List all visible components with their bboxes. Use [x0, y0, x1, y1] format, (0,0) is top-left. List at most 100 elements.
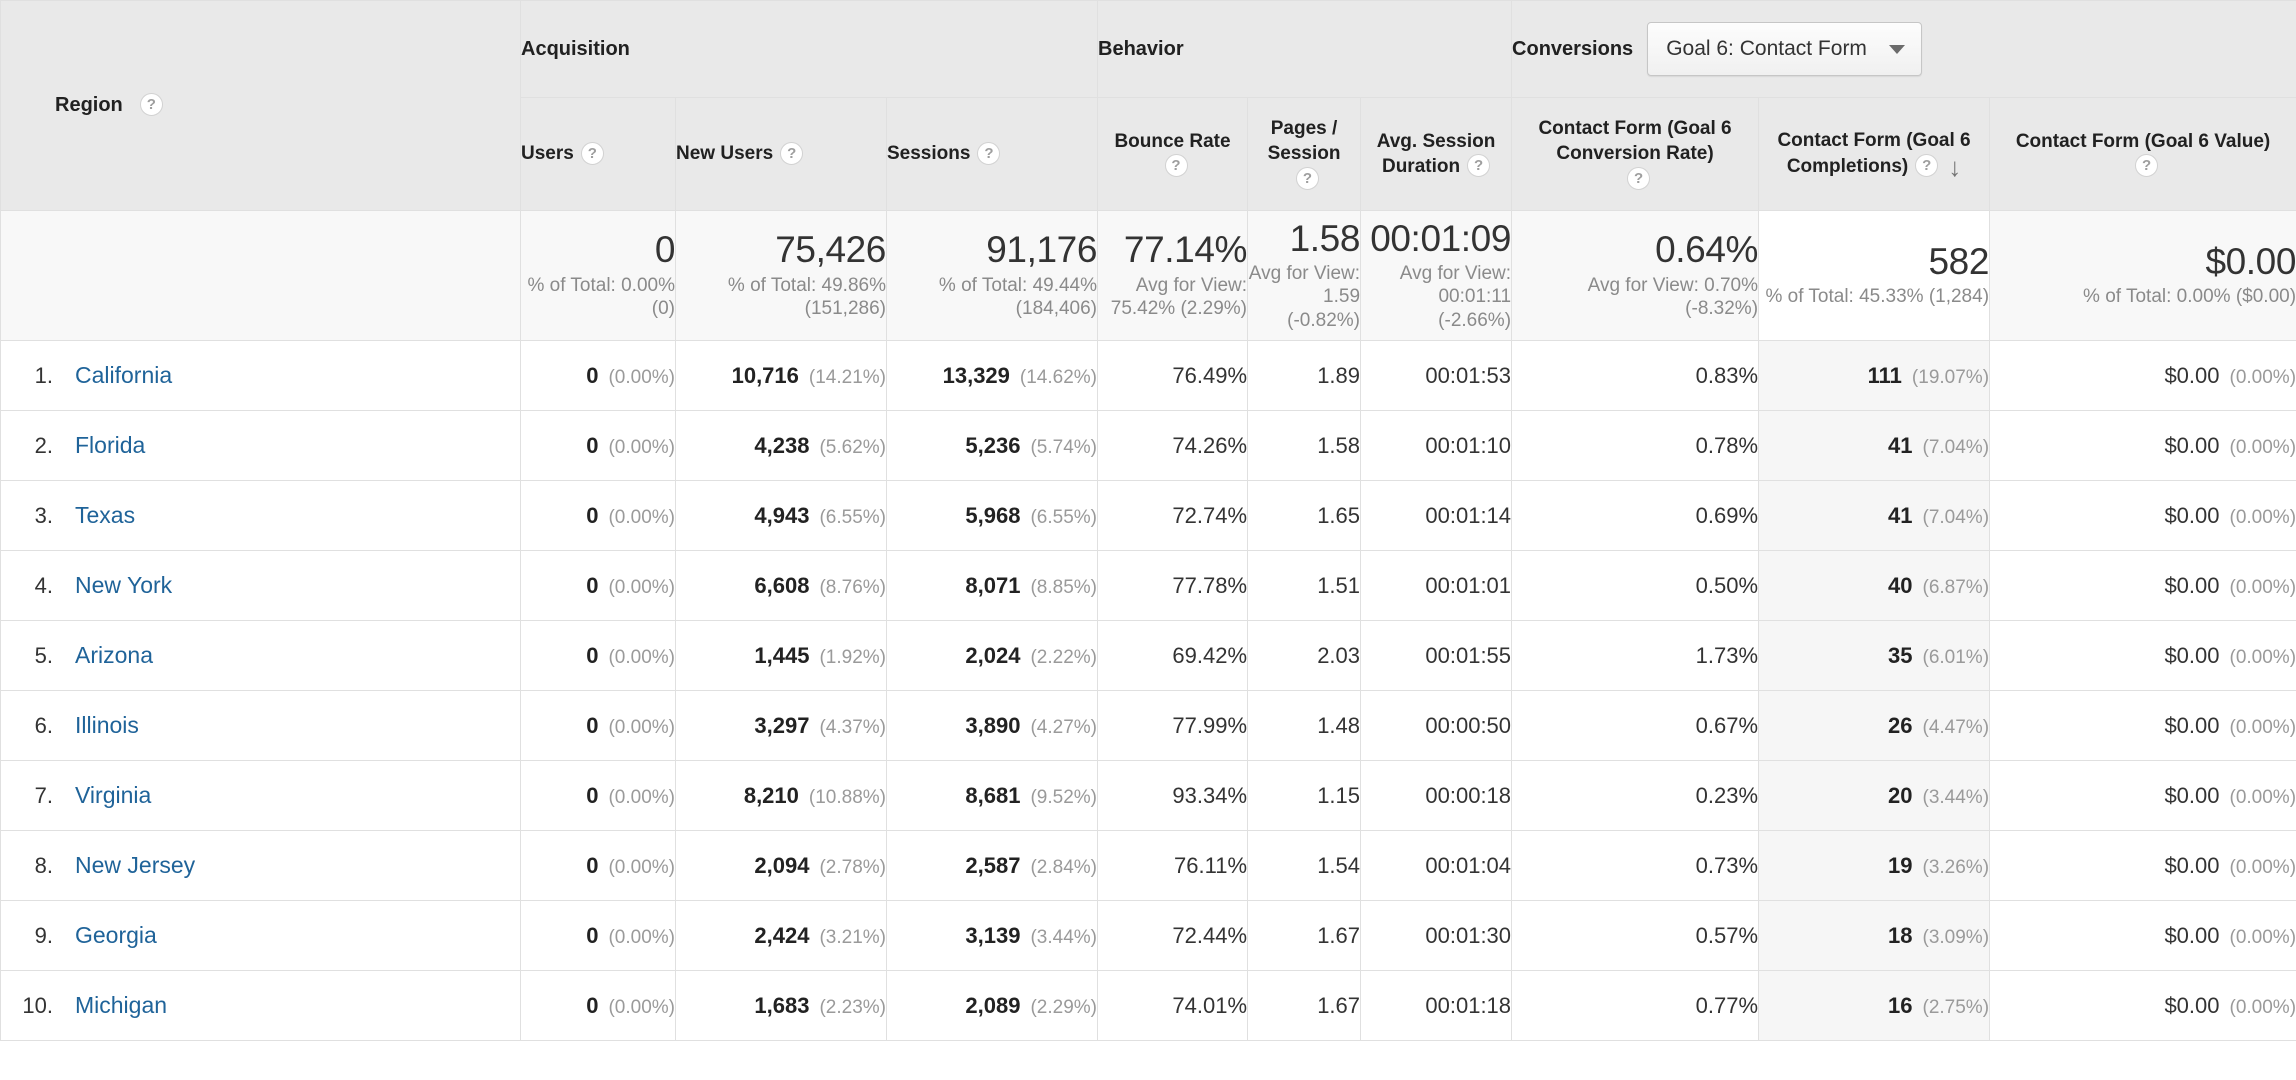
cell-goal-value: $0.00 (0.00%) [1989, 970, 2296, 1041]
cell-completions-value: 18 [1888, 922, 1913, 948]
cell-completions-value: 19 [1888, 852, 1913, 878]
cell-sessions: 8,071 (8.85%) [885, 550, 1099, 621]
cell-goal-value-pct: (0.00%) [2229, 366, 2296, 388]
column-header-avg-duration[interactable]: Avg. Session Duration? [1360, 97, 1513, 211]
column-header-conversion-rate-label: Contact Form (Goal 6 Conversion Rate) [1538, 118, 1732, 165]
table-row: 9. Georgia 0 (0.00%) 2,424 (3.21%) 3,139 (3… [0, 900, 2296, 971]
column-header-users-label: Users [521, 143, 574, 165]
cell-completions: 19 (3.26%) [1758, 830, 1991, 901]
column-header-sessions[interactable]: Sessions? [885, 97, 1099, 211]
cell-new-users-value: 2,094 [754, 852, 810, 878]
table-row: 8. New Jersey 0 (0.00%) 2,094 (2.78%) 2,58… [0, 830, 2296, 901]
row-region-link[interactable]: New York [75, 572, 172, 599]
help-icon[interactable]: ? [2135, 154, 2159, 178]
cell-bounce-rate: 74.26% [1097, 410, 1249, 481]
summary-goal-value-note: % of Total: 0.00% ($0.00) [2083, 286, 2296, 308]
summary-pages-session: 1.58 Avg for View: 1.59 (-0.82%) [1247, 210, 1362, 341]
table-group-header-row: Region ? Acquisition Behavior Conversion… [0, 0, 2296, 211]
cell-pages-session: 1.65 [1247, 480, 1362, 551]
row-region-link[interactable]: Florida [75, 432, 145, 459]
help-icon[interactable]: ? [780, 141, 804, 165]
cell-goal-value-value: $0.00 [2164, 712, 2220, 738]
cell-new-users-pct: (2.78%) [819, 856, 886, 878]
cell-completions-value: 16 [1888, 992, 1913, 1018]
header-group-behavior-label: Behavior [1098, 37, 1184, 60]
cell-sessions: 2,024 (2.22%) [885, 620, 1099, 691]
cell-new-users-value: 6,608 [754, 572, 810, 598]
summary-users-note: % of Total: 0.00% (0) [527, 274, 675, 320]
row-rank: 6. [34, 713, 53, 738]
summary-sessions-value: 91,176 [986, 229, 1098, 271]
column-header-completions[interactable]: Contact Form (Goal 6 Completions)? ↓ [1758, 97, 1991, 211]
help-icon[interactable]: ? [580, 141, 604, 165]
cell-sessions-value: 2,089 [965, 992, 1021, 1018]
help-icon[interactable]: ? [1296, 167, 1320, 191]
header-region[interactable]: Region ? [0, 0, 521, 211]
cell-new-users-pct: (5.62%) [819, 436, 886, 458]
help-icon[interactable]: ? [1467, 154, 1491, 178]
cell-goal-value: $0.00 (0.00%) [1989, 900, 2296, 971]
cell-goal-value-value: $0.00 [2164, 362, 2220, 388]
cell-users-pct: (0.00%) [608, 436, 675, 458]
summary-users: 0 % of Total: 0.00% (0) [520, 210, 676, 341]
summary-new-users-note: % of Total: 49.86% (151,286) [727, 274, 886, 320]
row-region-cell: 5. Arizona [0, 620, 521, 691]
column-header-new-users-label: New Users [676, 143, 774, 165]
summary-conversion-rate: 0.64% Avg for View: 0.70% (-8.32%) [1511, 210, 1760, 341]
cell-completions-pct: (6.87%) [1922, 576, 1990, 598]
cell-completions-value: 40 [1888, 572, 1913, 598]
cell-sessions-pct: (14.62%) [1019, 366, 1098, 388]
row-region-link[interactable]: Michigan [75, 992, 167, 1019]
cell-pages-session: 1.58 [1247, 410, 1362, 481]
help-icon[interactable]: ? [1627, 167, 1651, 191]
summary-sessions-note: % of Total: 49.44% (184,406) [938, 274, 1098, 320]
cell-sessions-value: 3,139 [965, 922, 1021, 948]
column-header-new-users[interactable]: New Users? [675, 97, 887, 211]
cell-users: 0 (0.00%) [520, 550, 676, 621]
column-header-bounce-rate[interactable]: Bounce Rate ? [1097, 97, 1249, 211]
help-icon[interactable]: ? [977, 141, 1001, 165]
cell-pages-session: 1.51 [1247, 550, 1362, 621]
table-row: 6. Illinois 0 (0.00%) 3,297 (4.37%) 3,890 (… [0, 690, 2296, 761]
row-region-link[interactable]: Arizona [75, 642, 153, 669]
row-region-link[interactable]: California [75, 362, 172, 389]
table-row: 7. Virginia 0 (0.00%) 8,210 (10.88%) 8,681… [0, 760, 2296, 831]
column-header-conversion-rate[interactable]: Contact Form (Goal 6 Conversion Rate) ? [1511, 97, 1760, 211]
summary-conversion-rate-note: Avg for View: 0.70% (-8.32%) [1587, 274, 1759, 320]
column-header-users[interactable]: Users? [520, 97, 676, 211]
row-region-link[interactable]: New Jersey [75, 852, 195, 879]
cell-sessions: 2,089 (2.29%) [885, 970, 1099, 1041]
help-icon[interactable]: ? [1915, 154, 1939, 178]
help-icon[interactable]: ? [1164, 154, 1188, 178]
cell-new-users-pct: (10.88%) [808, 786, 886, 808]
cell-new-users-pct: (1.92%) [819, 646, 886, 668]
table-row: 1. California 0 (0.00%) 10,716 (14.21%) 13… [0, 340, 2296, 411]
cell-completions-pct: (19.07%) [1911, 366, 1990, 388]
column-header-bounce-rate-label: Bounce Rate [1114, 130, 1231, 152]
cell-completions-pct: (6.01%) [1922, 646, 1990, 668]
column-header-pages-session[interactable]: Pages / Session ? [1247, 97, 1362, 211]
row-region-link[interactable]: Virginia [75, 782, 151, 809]
cell-sessions-value: 5,236 [965, 432, 1021, 458]
cell-sessions: 8,681 (9.52%) [885, 760, 1099, 831]
cell-conversion-rate: 0.73% [1511, 830, 1760, 901]
cell-users: 0 (0.00%) [520, 690, 676, 761]
cell-conversion-rate: 0.77% [1511, 970, 1760, 1041]
cell-completions: 111 (19.07%) [1758, 340, 1991, 411]
row-region-link[interactable]: Texas [75, 502, 135, 529]
column-header-goal-value[interactable]: Contact Form (Goal 6 Value) ? [1989, 97, 2296, 211]
help-icon[interactable]: ? [139, 93, 163, 116]
cell-avg-duration: 00:01:53 [1360, 340, 1513, 411]
row-region-link[interactable]: Illinois [75, 712, 139, 739]
cell-goal-value-value: $0.00 [2164, 922, 2220, 948]
cell-goal-value-pct: (0.00%) [2229, 786, 2296, 808]
cell-sessions-pct: (4.27%) [1030, 716, 1098, 738]
cell-pages-session: 2.03 [1247, 620, 1362, 691]
cell-new-users: 2,094 (2.78%) [675, 830, 887, 901]
goal-select[interactable]: Goal 6: Contact Form [1647, 22, 1922, 76]
cell-conversion-rate: 0.57% [1511, 900, 1760, 971]
table-row: 10. Michigan 0 (0.00%) 1,683 (2.23%) 2,089… [0, 970, 2296, 1041]
row-region-link[interactable]: Georgia [75, 922, 157, 949]
cell-goal-value: $0.00 (0.00%) [1989, 830, 2296, 901]
arrow-down-icon[interactable]: ↓ [1948, 154, 1961, 180]
